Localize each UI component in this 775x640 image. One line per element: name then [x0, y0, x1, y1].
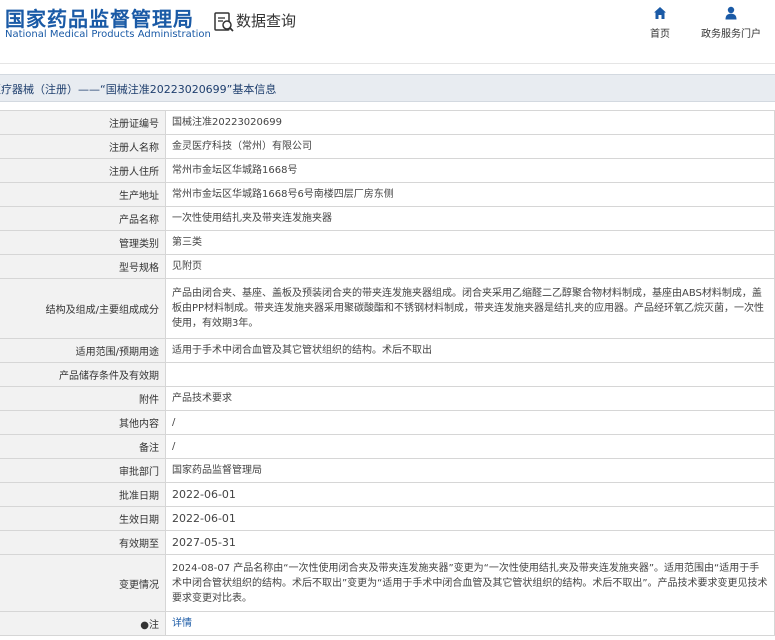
header-divider	[0, 63, 775, 64]
table-row: 注册人名称 金灵医疗科技（常州）有限公司	[0, 134, 775, 159]
table-row: 其他内容 /	[0, 410, 775, 435]
field-value: 产品技术要求	[165, 386, 775, 411]
field-value: 2024-08-07 产品名称由“一次性使用闭合夹及带夹连发施夹器”变更为“一次…	[165, 554, 775, 612]
table-row: 有效期至 2027-05-31	[0, 530, 775, 555]
field-label: 有效期至	[0, 530, 166, 555]
field-value: 国家药品监督管理局	[165, 458, 775, 483]
data-query-title[interactable]: 数据查询	[236, 10, 296, 31]
field-value: /	[165, 434, 775, 459]
search-document-icon	[214, 12, 234, 32]
field-label: 生效日期	[0, 506, 166, 531]
field-value: 详情	[165, 611, 775, 636]
field-value	[165, 362, 775, 387]
table-row: 适用范围/预期用途 适用于手术中闭合血管及其它管状组织的结构。术后不取出	[0, 338, 775, 363]
field-value: 2027-05-31	[165, 530, 775, 555]
detail-title-bar: 医疗器械（注册）——“国械注准20223020699”基本信息	[0, 74, 775, 102]
field-label: 注	[149, 620, 159, 631]
table-row: 管理类别 第三类	[0, 230, 775, 255]
field-label: 注册人住所	[0, 158, 166, 183]
field-label-note: ●注	[0, 611, 166, 636]
field-value: 2022-06-01	[165, 506, 775, 531]
field-label: 管理类别	[0, 230, 166, 255]
field-label: 注册人名称	[0, 134, 166, 159]
details-link[interactable]: 详情	[172, 618, 192, 629]
field-value: 2022-06-01	[165, 482, 775, 507]
site-header: 国家药品监督管理局 National Medical Products Admi…	[0, 0, 775, 60]
field-label: 批准日期	[0, 482, 166, 507]
field-label: 产品名称	[0, 206, 166, 231]
field-value: 第三类	[165, 230, 775, 255]
nav-service-label: 政务服务门户	[701, 29, 761, 40]
table-row: 备注 /	[0, 434, 775, 459]
table-row: 产品储存条件及有效期	[0, 362, 775, 387]
table-row: 附件 产品技术要求	[0, 386, 775, 411]
table-row: 型号规格 见附页	[0, 254, 775, 279]
detail-title: 医疗器械（注册）——“国械注准20223020699”基本信息	[0, 83, 277, 96]
table-row: 注册证编号 国械注准20223020699	[0, 110, 775, 135]
nav-home[interactable]: 首页	[625, 6, 695, 46]
field-label: 审批部门	[0, 458, 166, 483]
field-label: 备注	[0, 434, 166, 459]
table-row: ●注 详情	[0, 611, 775, 636]
field-label: 产品储存条件及有效期	[0, 362, 166, 387]
field-value: 常州市金坛区华城路1668号	[165, 158, 775, 183]
field-label: 注册证编号	[0, 110, 166, 135]
table-row: 注册人住所 常州市金坛区华城路1668号	[0, 158, 775, 183]
site-logo-cn[interactable]: 国家药品监督管理局	[5, 3, 194, 32]
field-value: 适用于手术中闭合血管及其它管状组织的结构。术后不取出	[165, 338, 775, 363]
field-value: 见附页	[165, 254, 775, 279]
table-row: 生产地址 常州市金坛区华城路1668号6号南楼四层厂房东侧	[0, 182, 775, 207]
registration-info-table: 注册证编号 国械注准20223020699 注册人名称 金灵医疗科技（常州）有限公司…	[0, 110, 775, 636]
field-value: 常州市金坛区华城路1668号6号南楼四层厂房东侧	[165, 182, 775, 207]
field-label: 生产地址	[0, 182, 166, 207]
field-value: 产品由闭合夹、基座、盖板及预装闭合夹的带夹连发施夹器组成。闭合夹采用乙缩醛二乙醇…	[165, 278, 775, 339]
table-row: 批准日期 2022-06-01	[0, 482, 775, 507]
field-value: 国械注准20223020699	[165, 110, 775, 135]
nav-service-portal[interactable]: 政务服务门户	[696, 6, 766, 46]
bullet-icon: ●	[140, 620, 149, 631]
table-row: 变更情况 2024-08-07 产品名称由“一次性使用闭合夹及带夹连发施夹器”变更…	[0, 554, 775, 612]
home-icon	[654, 7, 666, 19]
field-value: /	[165, 410, 775, 435]
field-value: 金灵医疗科技（常州）有限公司	[165, 134, 775, 159]
table-row: 审批部门 国家药品监督管理局	[0, 458, 775, 483]
field-label: 型号规格	[0, 254, 166, 279]
field-label: 附件	[0, 386, 166, 411]
table-row: 生效日期 2022-06-01	[0, 506, 775, 531]
site-logo-en[interactable]: National Medical Products Administration	[5, 29, 211, 40]
table-row: 结构及组成/主要组成成分 产品由闭合夹、基座、盖板及预装闭合夹的带夹连发施夹器组成…	[0, 278, 775, 339]
field-label: 其他内容	[0, 410, 166, 435]
field-label: 适用范围/预期用途	[0, 338, 166, 363]
table-row: 产品名称 一次性使用结扎夹及带夹连发施夹器	[0, 206, 775, 231]
nav-home-label: 首页	[650, 29, 670, 40]
user-icon	[725, 6, 737, 20]
field-label: 变更情况	[0, 554, 166, 612]
field-label: 结构及组成/主要组成成分	[0, 278, 166, 339]
field-value: 一次性使用结扎夹及带夹连发施夹器	[165, 206, 775, 231]
